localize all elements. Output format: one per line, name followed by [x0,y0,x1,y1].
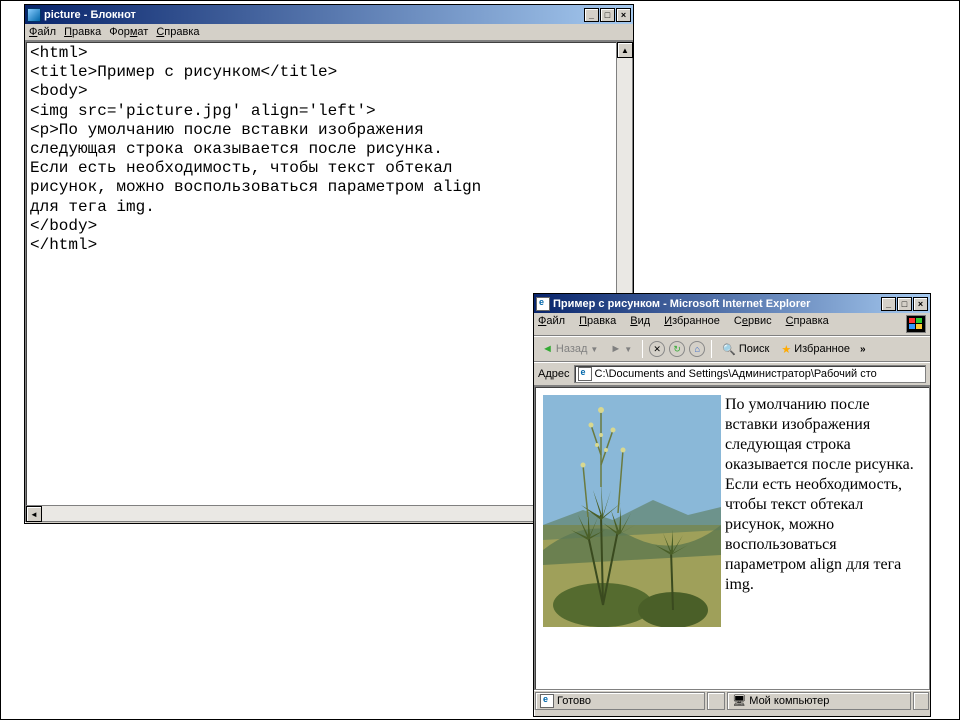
ie-titlebar[interactable]: Пример с рисунком - Microsoft Internet E… [534,294,930,313]
menu-edit[interactable]: Правка [64,26,101,38]
ie-title: Пример с рисунком - Microsoft Internet E… [553,298,881,310]
ie-statusbar: Готово 🖥 Мой компьютер [534,690,930,710]
computer-icon: 🖥 [732,694,746,707]
close-button[interactable]: × [616,8,631,22]
menu-view[interactable]: Вид [630,315,650,333]
minimize-button[interactable]: _ [584,8,599,22]
address-field[interactable]: C:\Documents and Settings\Администратор\… [574,365,926,383]
menu-favorites[interactable]: Избранное [664,315,720,333]
page-paragraph: По умолчанию после вставки изображения с… [725,396,914,593]
ie-icon [536,297,550,311]
menu-tools[interactable]: Сервис [734,315,772,333]
scroll-up-button[interactable]: ▲ [617,42,633,58]
maximize-button[interactable]: □ [897,297,912,311]
ie-window: Пример с рисунком - Microsoft Internet E… [533,293,931,717]
home-button[interactable]: ⌂ [689,341,705,357]
ie-addressbar: Адрес C:\Documents and Settings\Админист… [534,362,930,386]
notepad-title: picture - Блокнот [44,9,584,21]
menu-file[interactable]: Файл [29,26,56,38]
ie-menubar: Файл Правка Вид Избранное Сервис Справка [534,313,930,336]
menu-format[interactable]: Формат [109,26,148,38]
status-empty1 [707,692,725,710]
status-grip[interactable] [913,692,929,710]
forward-button[interactable]: ► ▼ [606,341,636,357]
ie-page-content: По умолчанию после вставки изображения с… [534,386,930,690]
minimize-button[interactable]: _ [881,297,896,311]
notepad-titlebar[interactable]: picture - Блокнот _ □ × [25,5,633,24]
scroll-left-button[interactable]: ◄ [26,506,42,522]
status-ready: Готово [535,692,705,710]
favorites-button[interactable]: ★ Избранное [777,341,854,358]
toolbar-overflow[interactable]: » [858,344,868,355]
search-button[interactable]: 🔍 Поиск [718,341,773,358]
ie-toolbar: ◄ Назад ▼ ► ▼ ✕ ↻ ⌂ 🔍 Поиск ★ Избранное … [534,336,930,362]
scrollbar-horizontal[interactable]: ◄ ► [26,505,616,521]
close-button[interactable]: × [913,297,928,311]
back-button[interactable]: ◄ Назад ▼ [538,341,602,357]
address-value: C:\Documents and Settings\Администратор\… [595,368,877,380]
doc-icon [540,694,554,708]
notepad-menubar: Файл Правка Формат Справка [25,24,633,41]
status-zone: 🖥 Мой компьютер [727,692,911,710]
page-image [543,395,721,627]
menu-help[interactable]: Справка [156,26,199,38]
page-icon [578,367,592,381]
menu-edit[interactable]: Правка [579,315,616,333]
menu-help[interactable]: Справка [786,315,829,333]
refresh-button[interactable]: ↻ [669,341,685,357]
notepad-icon [27,8,41,22]
maximize-button[interactable]: □ [600,8,615,22]
ie-throbber-icon [906,315,926,333]
menu-file[interactable]: Файл [538,315,565,333]
stop-button[interactable]: ✕ [649,341,665,357]
address-label: Адрес [538,368,570,380]
notepad-content: <html> <title>Пример с рисунком</title> … [26,42,632,257]
